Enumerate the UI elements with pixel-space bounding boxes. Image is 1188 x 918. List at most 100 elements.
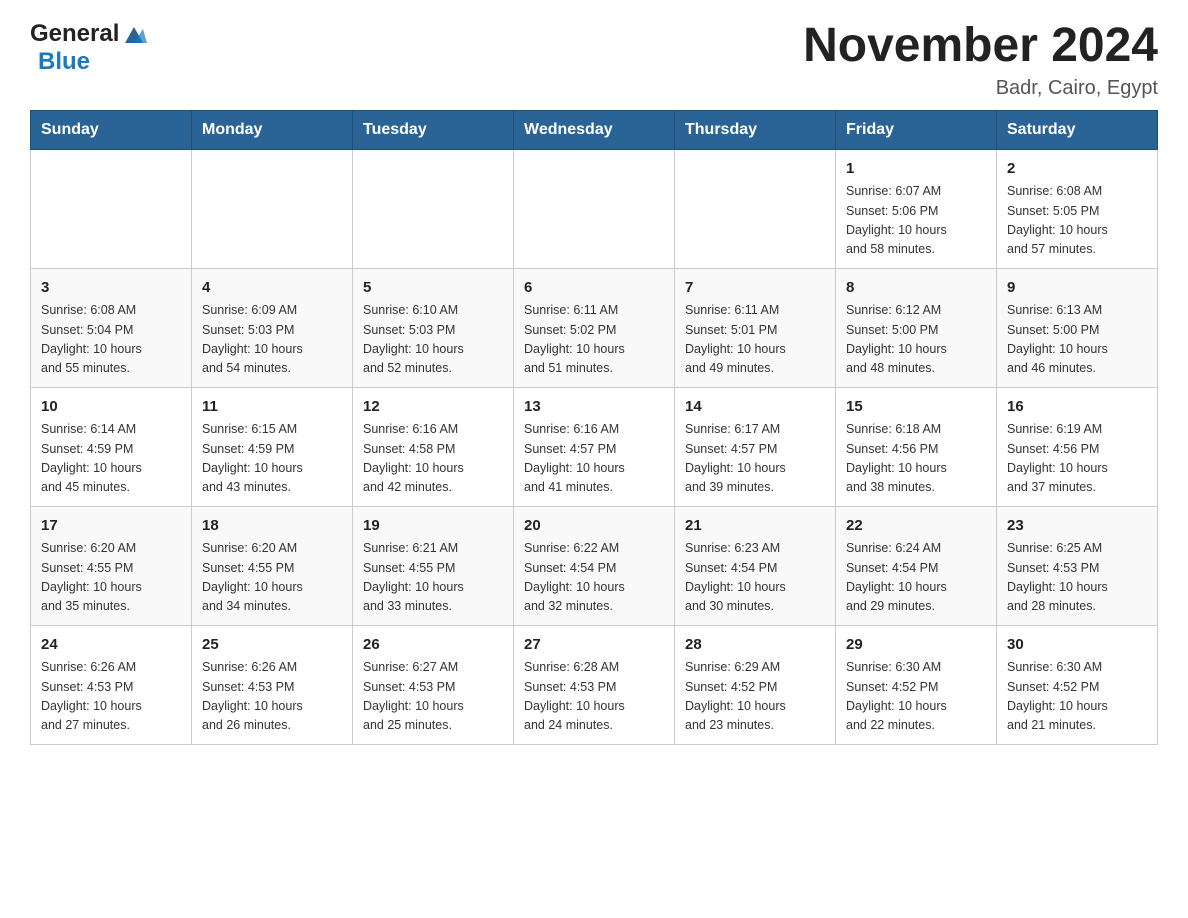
calendar-cell: 28Sunrise: 6:29 AM Sunset: 4:52 PM Dayli… bbox=[675, 625, 836, 744]
day-info: Sunrise: 6:16 AM Sunset: 4:57 PM Dayligh… bbox=[524, 420, 664, 498]
calendar-cell: 17Sunrise: 6:20 AM Sunset: 4:55 PM Dayli… bbox=[31, 506, 192, 625]
day-number: 28 bbox=[685, 634, 825, 657]
day-info: Sunrise: 6:09 AM Sunset: 5:03 PM Dayligh… bbox=[202, 301, 342, 379]
title-block: November 2024 Badr, Cairo, Egypt bbox=[803, 20, 1158, 100]
calendar-cell: 9Sunrise: 6:13 AM Sunset: 5:00 PM Daylig… bbox=[997, 268, 1158, 387]
calendar-cell: 8Sunrise: 6:12 AM Sunset: 5:00 PM Daylig… bbox=[836, 268, 997, 387]
day-number: 4 bbox=[202, 277, 342, 300]
day-number: 22 bbox=[846, 515, 986, 538]
day-number: 18 bbox=[202, 515, 342, 538]
day-number: 13 bbox=[524, 396, 664, 419]
day-info: Sunrise: 6:20 AM Sunset: 4:55 PM Dayligh… bbox=[41, 539, 181, 617]
calendar-cell: 13Sunrise: 6:16 AM Sunset: 4:57 PM Dayli… bbox=[514, 387, 675, 506]
day-header-saturday: Saturday bbox=[997, 110, 1158, 149]
day-info: Sunrise: 6:30 AM Sunset: 4:52 PM Dayligh… bbox=[846, 658, 986, 736]
calendar-cell bbox=[514, 149, 675, 268]
calendar-cell: 10Sunrise: 6:14 AM Sunset: 4:59 PM Dayli… bbox=[31, 387, 192, 506]
day-info: Sunrise: 6:13 AM Sunset: 5:00 PM Dayligh… bbox=[1007, 301, 1147, 379]
day-number: 20 bbox=[524, 515, 664, 538]
day-info: Sunrise: 6:11 AM Sunset: 5:01 PM Dayligh… bbox=[685, 301, 825, 379]
day-number: 12 bbox=[363, 396, 503, 419]
calendar-cell: 29Sunrise: 6:30 AM Sunset: 4:52 PM Dayli… bbox=[836, 625, 997, 744]
calendar-cell: 25Sunrise: 6:26 AM Sunset: 4:53 PM Dayli… bbox=[192, 625, 353, 744]
day-info: Sunrise: 6:24 AM Sunset: 4:54 PM Dayligh… bbox=[846, 539, 986, 617]
calendar-cell: 22Sunrise: 6:24 AM Sunset: 4:54 PM Dayli… bbox=[836, 506, 997, 625]
day-header-thursday: Thursday bbox=[675, 110, 836, 149]
logo-general-text: General bbox=[30, 20, 119, 48]
day-info: Sunrise: 6:23 AM Sunset: 4:54 PM Dayligh… bbox=[685, 539, 825, 617]
calendar-cell: 21Sunrise: 6:23 AM Sunset: 4:54 PM Dayli… bbox=[675, 506, 836, 625]
logo-blue-text: Blue bbox=[38, 48, 90, 75]
logo-icon bbox=[121, 21, 147, 47]
day-info: Sunrise: 6:16 AM Sunset: 4:58 PM Dayligh… bbox=[363, 420, 503, 498]
day-number: 25 bbox=[202, 634, 342, 657]
calendar-table: SundayMondayTuesdayWednesdayThursdayFrid… bbox=[30, 110, 1158, 745]
calendar-cell: 26Sunrise: 6:27 AM Sunset: 4:53 PM Dayli… bbox=[353, 625, 514, 744]
day-info: Sunrise: 6:20 AM Sunset: 4:55 PM Dayligh… bbox=[202, 539, 342, 617]
calendar-cell: 18Sunrise: 6:20 AM Sunset: 4:55 PM Dayli… bbox=[192, 506, 353, 625]
day-info: Sunrise: 6:26 AM Sunset: 4:53 PM Dayligh… bbox=[41, 658, 181, 736]
day-number: 21 bbox=[685, 515, 825, 538]
week-row-5: 24Sunrise: 6:26 AM Sunset: 4:53 PM Dayli… bbox=[31, 625, 1158, 744]
calendar-cell: 4Sunrise: 6:09 AM Sunset: 5:03 PM Daylig… bbox=[192, 268, 353, 387]
week-row-1: 1Sunrise: 6:07 AM Sunset: 5:06 PM Daylig… bbox=[31, 149, 1158, 268]
day-info: Sunrise: 6:21 AM Sunset: 4:55 PM Dayligh… bbox=[363, 539, 503, 617]
day-info: Sunrise: 6:11 AM Sunset: 5:02 PM Dayligh… bbox=[524, 301, 664, 379]
day-info: Sunrise: 6:19 AM Sunset: 4:56 PM Dayligh… bbox=[1007, 420, 1147, 498]
calendar-cell: 19Sunrise: 6:21 AM Sunset: 4:55 PM Dayli… bbox=[353, 506, 514, 625]
day-number: 8 bbox=[846, 277, 986, 300]
day-number: 19 bbox=[363, 515, 503, 538]
day-number: 9 bbox=[1007, 277, 1147, 300]
day-number: 30 bbox=[1007, 634, 1147, 657]
day-number: 5 bbox=[363, 277, 503, 300]
week-row-2: 3Sunrise: 6:08 AM Sunset: 5:04 PM Daylig… bbox=[31, 268, 1158, 387]
day-info: Sunrise: 6:30 AM Sunset: 4:52 PM Dayligh… bbox=[1007, 658, 1147, 736]
day-info: Sunrise: 6:22 AM Sunset: 4:54 PM Dayligh… bbox=[524, 539, 664, 617]
day-header-sunday: Sunday bbox=[31, 110, 192, 149]
calendar-subtitle: Badr, Cairo, Egypt bbox=[803, 77, 1158, 100]
calendar-cell: 2Sunrise: 6:08 AM Sunset: 5:05 PM Daylig… bbox=[997, 149, 1158, 268]
day-number: 3 bbox=[41, 277, 181, 300]
day-number: 11 bbox=[202, 396, 342, 419]
calendar-header: SundayMondayTuesdayWednesdayThursdayFrid… bbox=[31, 110, 1158, 149]
calendar-cell: 14Sunrise: 6:17 AM Sunset: 4:57 PM Dayli… bbox=[675, 387, 836, 506]
calendar-cell: 16Sunrise: 6:19 AM Sunset: 4:56 PM Dayli… bbox=[997, 387, 1158, 506]
calendar-cell bbox=[192, 149, 353, 268]
week-row-3: 10Sunrise: 6:14 AM Sunset: 4:59 PM Dayli… bbox=[31, 387, 1158, 506]
day-info: Sunrise: 6:07 AM Sunset: 5:06 PM Dayligh… bbox=[846, 182, 986, 260]
calendar-cell: 27Sunrise: 6:28 AM Sunset: 4:53 PM Dayli… bbox=[514, 625, 675, 744]
day-header-wednesday: Wednesday bbox=[514, 110, 675, 149]
calendar-cell: 12Sunrise: 6:16 AM Sunset: 4:58 PM Dayli… bbox=[353, 387, 514, 506]
day-number: 7 bbox=[685, 277, 825, 300]
day-info: Sunrise: 6:18 AM Sunset: 4:56 PM Dayligh… bbox=[846, 420, 986, 498]
day-number: 6 bbox=[524, 277, 664, 300]
day-info: Sunrise: 6:10 AM Sunset: 5:03 PM Dayligh… bbox=[363, 301, 503, 379]
calendar-cell bbox=[31, 149, 192, 268]
day-number: 24 bbox=[41, 634, 181, 657]
calendar-cell: 1Sunrise: 6:07 AM Sunset: 5:06 PM Daylig… bbox=[836, 149, 997, 268]
day-info: Sunrise: 6:08 AM Sunset: 5:04 PM Dayligh… bbox=[41, 301, 181, 379]
day-info: Sunrise: 6:17 AM Sunset: 4:57 PM Dayligh… bbox=[685, 420, 825, 498]
day-number: 26 bbox=[363, 634, 503, 657]
calendar-cell: 5Sunrise: 6:10 AM Sunset: 5:03 PM Daylig… bbox=[353, 268, 514, 387]
day-number: 1 bbox=[846, 158, 986, 181]
calendar-cell: 7Sunrise: 6:11 AM Sunset: 5:01 PM Daylig… bbox=[675, 268, 836, 387]
calendar-cell: 11Sunrise: 6:15 AM Sunset: 4:59 PM Dayli… bbox=[192, 387, 353, 506]
day-header-friday: Friday bbox=[836, 110, 997, 149]
day-info: Sunrise: 6:29 AM Sunset: 4:52 PM Dayligh… bbox=[685, 658, 825, 736]
day-info: Sunrise: 6:28 AM Sunset: 4:53 PM Dayligh… bbox=[524, 658, 664, 736]
week-row-4: 17Sunrise: 6:20 AM Sunset: 4:55 PM Dayli… bbox=[31, 506, 1158, 625]
day-info: Sunrise: 6:25 AM Sunset: 4:53 PM Dayligh… bbox=[1007, 539, 1147, 617]
day-header-monday: Monday bbox=[192, 110, 353, 149]
calendar-cell: 23Sunrise: 6:25 AM Sunset: 4:53 PM Dayli… bbox=[997, 506, 1158, 625]
day-number: 16 bbox=[1007, 396, 1147, 419]
day-header-tuesday: Tuesday bbox=[353, 110, 514, 149]
day-number: 15 bbox=[846, 396, 986, 419]
calendar-cell: 30Sunrise: 6:30 AM Sunset: 4:52 PM Dayli… bbox=[997, 625, 1158, 744]
header: General Blue November 2024 Badr, Cairo, … bbox=[30, 20, 1158, 100]
day-info: Sunrise: 6:08 AM Sunset: 5:05 PM Dayligh… bbox=[1007, 182, 1147, 260]
calendar-cell bbox=[353, 149, 514, 268]
logo: General Blue bbox=[30, 20, 147, 76]
day-number: 23 bbox=[1007, 515, 1147, 538]
calendar-cell bbox=[675, 149, 836, 268]
